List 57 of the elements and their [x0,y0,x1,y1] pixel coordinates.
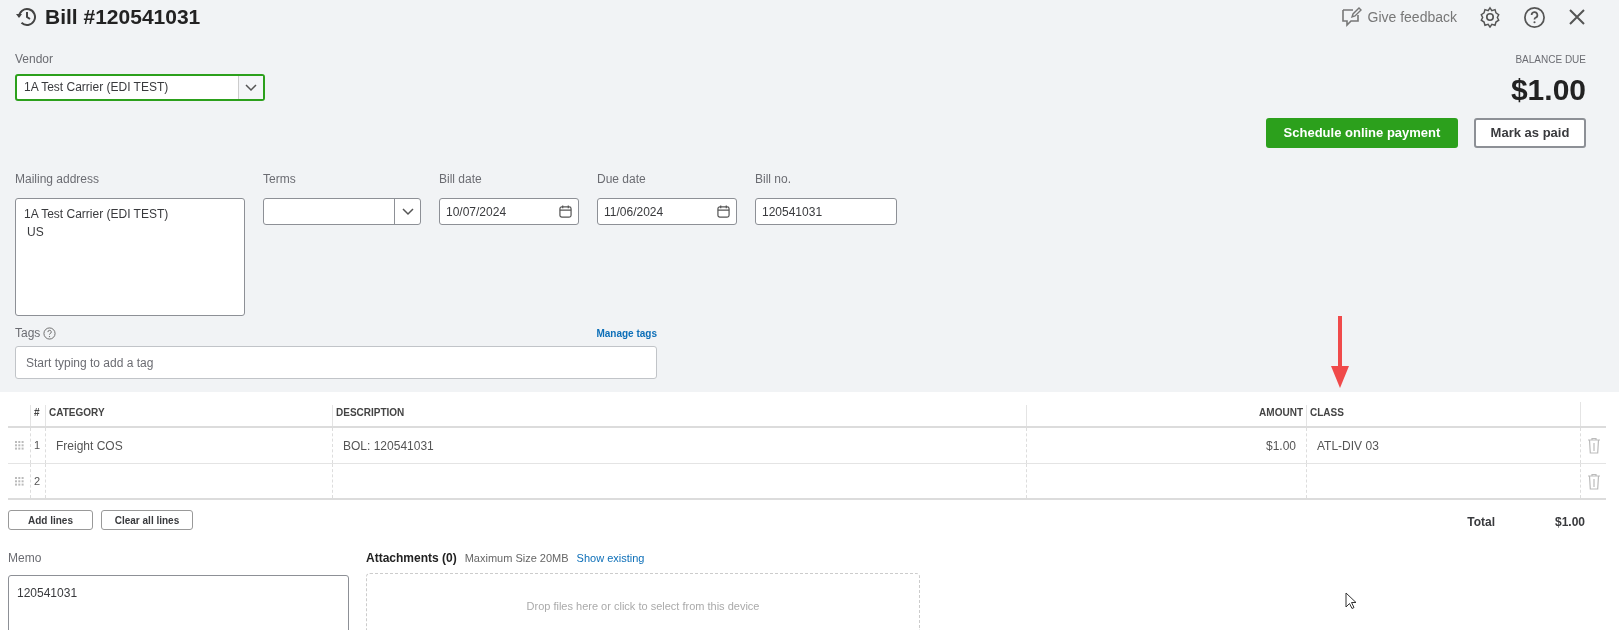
trash-icon[interactable] [1586,437,1601,454]
clear-lines-button[interactable]: Clear all lines [101,510,193,530]
column-header: DESCRIPTION [332,405,1026,426]
balance-amount: $1.00 [1510,72,1586,108]
mark-paid-button[interactable]: Mark as paid [1474,118,1586,148]
date-field[interactable]: 10/07/2024 [439,198,579,225]
address-field[interactable]: 1A Test Carrier (EDI TEST) US [15,198,245,316]
total-label: Total [1467,514,1495,531]
memo-field[interactable]: 120541031 [8,575,349,630]
address-line: 1A Test Carrier (EDI TEST) [24,206,170,223]
bill-number-field[interactable]: 120541031 [755,198,897,225]
field-label: Vendor [15,51,55,68]
field-label: Bill date [439,171,483,188]
drag-handle-icon[interactable] [14,441,24,450]
calendar-icon [717,205,730,218]
column-header: CLASS [1306,405,1580,426]
table-cell-text: Freight COS [56,437,123,455]
column-header: AMOUNT [1026,405,1306,426]
field-label: Mailing address [15,171,101,188]
vendor-select[interactable]: 1A Test Carrier (EDI TEST) [15,74,265,101]
field-label: Tags [15,325,41,342]
help-icon[interactable] [1523,5,1546,29]
calendar-icon [559,205,572,218]
column-header: CATEGORY [45,405,332,426]
history-icon[interactable] [15,7,37,27]
cursor-icon [1345,592,1357,609]
settings-icon[interactable] [1479,6,1501,28]
column-header: # [30,405,45,426]
attachments-note: Maximum Size 20MB [464,551,569,566]
add-lines-button[interactable]: Add lines [8,510,93,530]
chevron-down-icon [401,207,414,216]
field-label: Bill no. [755,171,793,188]
feedback-button[interactable]: Give feedback [1339,6,1457,28]
table-cell-text: ATL-DIV 03 [1317,437,1379,455]
close-icon[interactable] [1568,8,1586,26]
tags-field[interactable]: Start typing to add a tag [15,346,657,379]
show-existing-link[interactable]: Show existing [576,550,645,567]
field-label: Due date [597,171,647,188]
terms-select[interactable] [263,198,421,225]
drag-handle-icon[interactable] [14,476,24,486]
total-amount: $1.00 [1554,514,1585,531]
address-line: US [26,224,45,241]
chevron-down-icon [245,83,257,92]
attachments-title: Attachments (0) [366,550,457,567]
table-cell-text: BOL: 120541031 [343,437,434,455]
table-cell-text: $1.00 [1265,437,1296,455]
table-cell: 1 [30,428,45,463]
table-cell: 2 [30,464,45,498]
manage-tags-link[interactable]: Manage tags [596,325,657,341]
field-label: Terms [263,171,297,188]
balance-label: BALANCE DUE [1515,53,1586,67]
trash-icon[interactable] [1586,472,1601,490]
field-label: Memo [8,550,43,567]
annotation-arrow [1330,316,1350,388]
bill-title: Bill #120541031 [45,4,201,31]
date-field[interactable]: 11/06/2024 [597,198,737,225]
feedback-icon [1339,6,1362,28]
